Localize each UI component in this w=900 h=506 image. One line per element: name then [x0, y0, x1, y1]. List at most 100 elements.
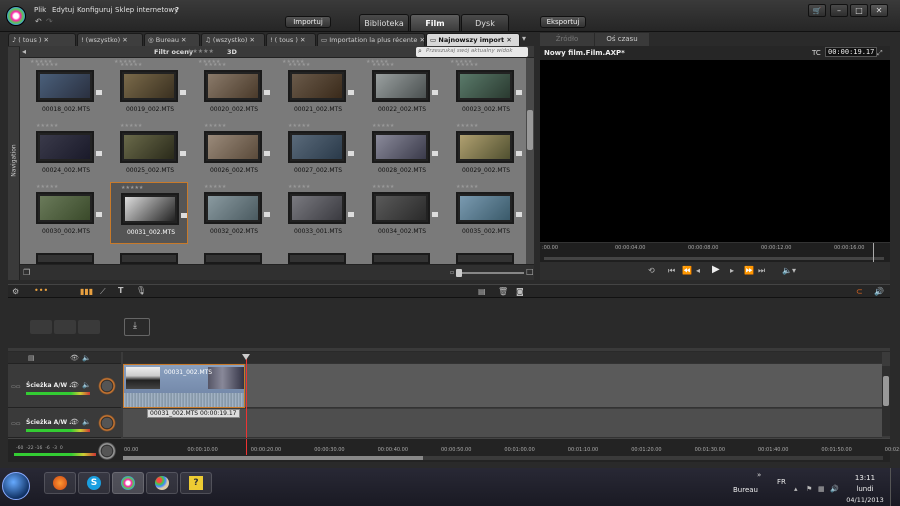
library-tab-6[interactable]: ▭ Importation la plus récente ✕ — [317, 33, 425, 46]
clip-thumbnail[interactable] — [204, 253, 262, 264]
minimize-button[interactable]: – — [830, 4, 848, 17]
clip-thumbnail[interactable] — [372, 131, 430, 163]
maximize-button[interactable]: □ — [850, 4, 868, 17]
timeline-ruler-top[interactable] — [123, 352, 882, 364]
clip-thumbnail[interactable] — [372, 70, 430, 102]
clip-rating[interactable]: ★★★★★ — [288, 123, 310, 129]
library-clip[interactable]: ★★★★★ 00028_002.MTS — [362, 121, 440, 183]
library-clip[interactable]: ★★★★★ 00023_002.MTS — [446, 60, 524, 122]
library-clip[interactable]: ★★★★★ 00029_002.MTS — [446, 121, 524, 183]
tracks-scroll-thumb[interactable] — [883, 376, 889, 406]
clip-thumbnail[interactable] — [120, 70, 178, 102]
track-list-icon[interactable]: ▤ — [28, 354, 35, 362]
clip-thumbnail[interactable] — [288, 131, 346, 163]
tab-list-chevron-icon[interactable]: ▾ — [522, 35, 526, 43]
storyboard-slot[interactable] — [54, 320, 76, 334]
clip-rating[interactable]: ★★★★★ — [120, 123, 142, 129]
library-clip[interactable]: ★★★★★ 00021_002.MTS — [278, 60, 356, 122]
clock-time[interactable]: 13:11 — [848, 474, 882, 482]
visibility-icon[interactable]: 👁 — [70, 354, 79, 362]
library-clip[interactable]: ★★★★★ 00031_002.MTS — [110, 182, 188, 244]
drop-target[interactable]: ⤓ — [124, 318, 150, 336]
clip-thumbnail[interactable] — [120, 253, 178, 264]
library-clip[interactable]: ★★★★★ 00020_002.MTS — [194, 60, 272, 122]
clip-rating[interactable]: ★★★★★ — [36, 62, 58, 68]
library-tab-2[interactable]: ! (wszystko) ✕ — [77, 33, 143, 46]
timeline-scrollbar[interactable] — [123, 456, 883, 460]
clip-rating[interactable]: ★★★★★ — [121, 185, 143, 191]
more-options-icon[interactable]: ••• — [34, 287, 48, 295]
library-clip[interactable]: ★★★★★ 00026_002.MTS — [194, 121, 272, 183]
preview-ruler[interactable]: :00.00 00:00:04.00 00:00:08.00 00:00:12.00 0… — [540, 242, 890, 263]
ruler-playhead[interactable] — [246, 439, 247, 455]
tab-timeline[interactable]: Oś czasu — [595, 33, 649, 46]
track-lock-icon[interactable]: ▭▭ — [11, 421, 20, 427]
menu-file[interactable]: Plik — [34, 6, 46, 14]
track-body-1[interactable]: 00031_002.MTS — [123, 364, 882, 408]
menu-edit[interactable]: Edytuj — [52, 6, 74, 14]
library-clip[interactable]: ★★★★★ 00022_002.MTS — [362, 60, 440, 122]
library-tab-5[interactable]: ! ( tous ) ✕ — [266, 33, 316, 46]
speaker-icon[interactable]: 🔈 — [82, 381, 91, 389]
go-to-end-icon[interactable]: ⏭ — [758, 267, 765, 275]
clip-rating[interactable]: ★★★★★ — [36, 184, 58, 190]
clip-rating[interactable]: ★★★★★ — [288, 62, 310, 68]
export-button[interactable]: Eksportuj — [540, 16, 586, 28]
clip-thumbnail[interactable] — [456, 192, 514, 224]
loop-icon[interactable]: ⟲ — [648, 267, 655, 275]
library-clip[interactable]: ★★★★★ 00030_002.MTS — [26, 182, 104, 244]
volume-knob[interactable] — [98, 377, 116, 395]
snapshot-icon[interactable]: ◙ — [516, 288, 524, 296]
storyboard-slot[interactable] — [78, 320, 100, 334]
taskbar-pinnacle[interactable] — [112, 472, 144, 494]
title-tool-icon[interactable]: T — [118, 287, 123, 295]
trash-icon[interactable]: 🗑 — [498, 288, 508, 296]
volume-tray-icon[interactable]: 🔊 — [830, 485, 839, 493]
timeline-ruler[interactable]: -60 -22 -16 -6 -3 0 00.00 00:00:10.00 00:0… — [8, 438, 900, 462]
clip-rating[interactable]: ★★★★★ — [372, 123, 394, 129]
razor-icon[interactable]: ⟋ — [100, 288, 106, 296]
close-button[interactable]: ✕ — [870, 4, 888, 17]
clip-thumbnail[interactable] — [456, 131, 514, 163]
clip-thumbnail[interactable] — [204, 131, 262, 163]
clip-rating[interactable]: ★★★★★ — [456, 123, 478, 129]
step-back-icon[interactable]: ◂ — [696, 267, 700, 275]
clock-day[interactable]: lundi — [848, 485, 882, 493]
play-icon[interactable]: ▶ — [712, 265, 720, 275]
clip-rating[interactable]: ★★★★★ — [204, 62, 226, 68]
microphone-icon[interactable]: 🎙 — [136, 287, 146, 295]
show-desktop-button[interactable] — [890, 468, 900, 506]
clip-rating[interactable]: ★★★★★ — [204, 184, 226, 190]
desktop-toolbar-label[interactable]: Bureau — [733, 486, 758, 494]
library-clip[interactable]: ★★★★★ 00025_002.MTS — [110, 121, 188, 183]
clip-thumbnail[interactable] — [120, 131, 178, 163]
audio-scrub-icon[interactable]: 🔊 — [874, 288, 884, 296]
clip-thumbnail[interactable] — [36, 70, 94, 102]
start-button[interactable] — [2, 472, 30, 500]
taskbar-firefox[interactable] — [44, 472, 76, 494]
tab-disc[interactable]: Dysk — [461, 14, 509, 31]
storyboard-icon[interactable]: ▤ — [478, 288, 486, 296]
clip-rating[interactable]: ★★★★★ — [288, 184, 310, 190]
library-tab-4[interactable]: ♫ (wszystko) ✕ — [201, 33, 265, 46]
clip-rating[interactable]: ★★★★★ — [372, 62, 394, 68]
preview-scrub-bar[interactable] — [544, 257, 884, 260]
visibility-icon[interactable]: 👁 — [70, 381, 79, 389]
tray-expand-icon[interactable]: ▴ — [794, 485, 798, 493]
library-clip[interactable]: ★★★★★ 00035_002.MTS — [446, 182, 524, 244]
timeline-scroll-thumb[interactable] — [123, 456, 423, 460]
gear-icon[interactable]: ⚙ — [12, 288, 19, 296]
cart-button[interactable]: 🛒 — [808, 4, 826, 17]
search-input[interactable]: ⌕ Przeszukaj swój aktualny widok — [416, 47, 528, 57]
go-to-start-icon[interactable]: ⏮ — [668, 267, 675, 275]
network-icon[interactable]: ▦ — [818, 485, 825, 493]
zoom-slider[interactable] — [456, 269, 524, 277]
volume-knob[interactable] — [98, 414, 116, 432]
clip-rating[interactable]: ★★★★★ — [456, 62, 478, 68]
timeline-playhead[interactable] — [246, 356, 247, 438]
stack-icon[interactable]: ❐ — [23, 269, 30, 277]
library-tab-7[interactable]: ▭ Najnowszy import ✕ — [426, 33, 520, 46]
storyboard-slot[interactable] — [30, 320, 52, 334]
library-clip[interactable]: ★★★★★ 00034_002.MTS — [362, 182, 440, 244]
library-tab-1[interactable]: ♪ ( tous ) ✕ — [8, 33, 76, 46]
